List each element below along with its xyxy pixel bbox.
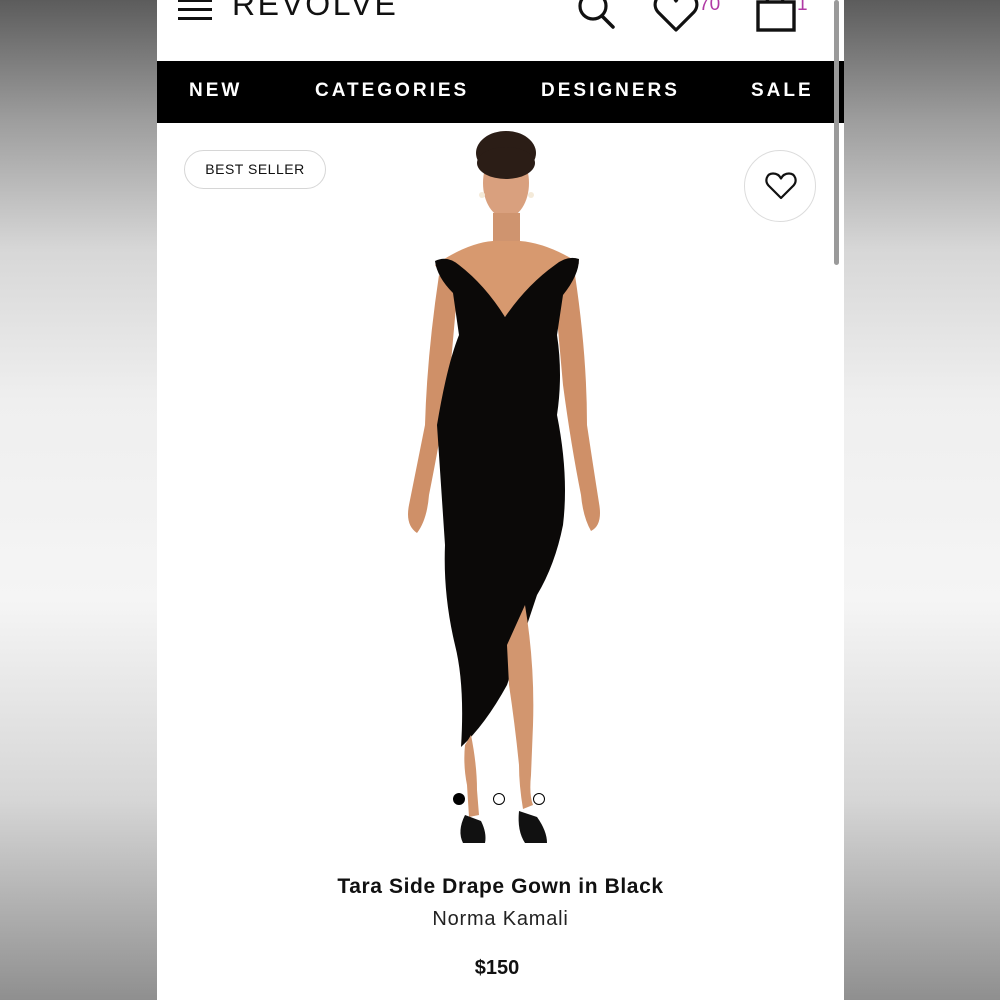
wishlist-button[interactable]: 70 — [653, 0, 733, 34]
product-image[interactable] — [387, 125, 627, 865]
shopping-bag-icon — [756, 0, 796, 32]
search-button[interactable] — [575, 0, 621, 30]
heart-icon — [653, 0, 699, 32]
nav-item-designers[interactable]: DESIGNERS — [541, 80, 680, 102]
top-header: REVOLVE 70 1 — [157, 0, 844, 60]
shopping-bag-button[interactable]: 1 — [754, 0, 814, 34]
wishlist-count: 70 — [699, 0, 721, 15]
carousel-dot-1[interactable] — [453, 793, 465, 805]
add-to-wishlist-button[interactable] — [744, 150, 816, 222]
heart-outline-icon — [765, 172, 797, 200]
background-blur-left — [0, 0, 157, 1000]
nav-item-sale[interactable]: SALE — [751, 80, 814, 102]
brand-logo[interactable]: REVOLVE — [232, 0, 398, 23]
carousel-dot-2[interactable] — [493, 793, 505, 805]
background-blur-right — [844, 0, 1000, 1000]
product-brand-link[interactable]: Norma Kamali — [157, 908, 844, 931]
nav-item-categories[interactable]: CATEGORIES — [315, 80, 469, 102]
scrollbar[interactable] — [834, 0, 839, 265]
image-carousel-dots — [453, 793, 553, 807]
nav-item-new[interactable]: NEW — [189, 80, 242, 102]
product-title: Tara Side Drape Gown in Black — [337, 875, 664, 898]
carousel-dot-3[interactable] — [533, 793, 545, 805]
bag-count: 1 — [797, 0, 808, 15]
main-nav: NEW CATEGORIES DESIGNERS SALE — [157, 61, 844, 123]
best-seller-badge: BEST SELLER — [184, 150, 326, 189]
hamburger-icon[interactable] — [178, 0, 214, 22]
product-page: REVOLVE 70 1 NEW CATEGORIES DESIGNERS SA… — [157, 0, 844, 1000]
product-price: $150 — [474, 957, 520, 979]
search-icon — [578, 0, 615, 29]
